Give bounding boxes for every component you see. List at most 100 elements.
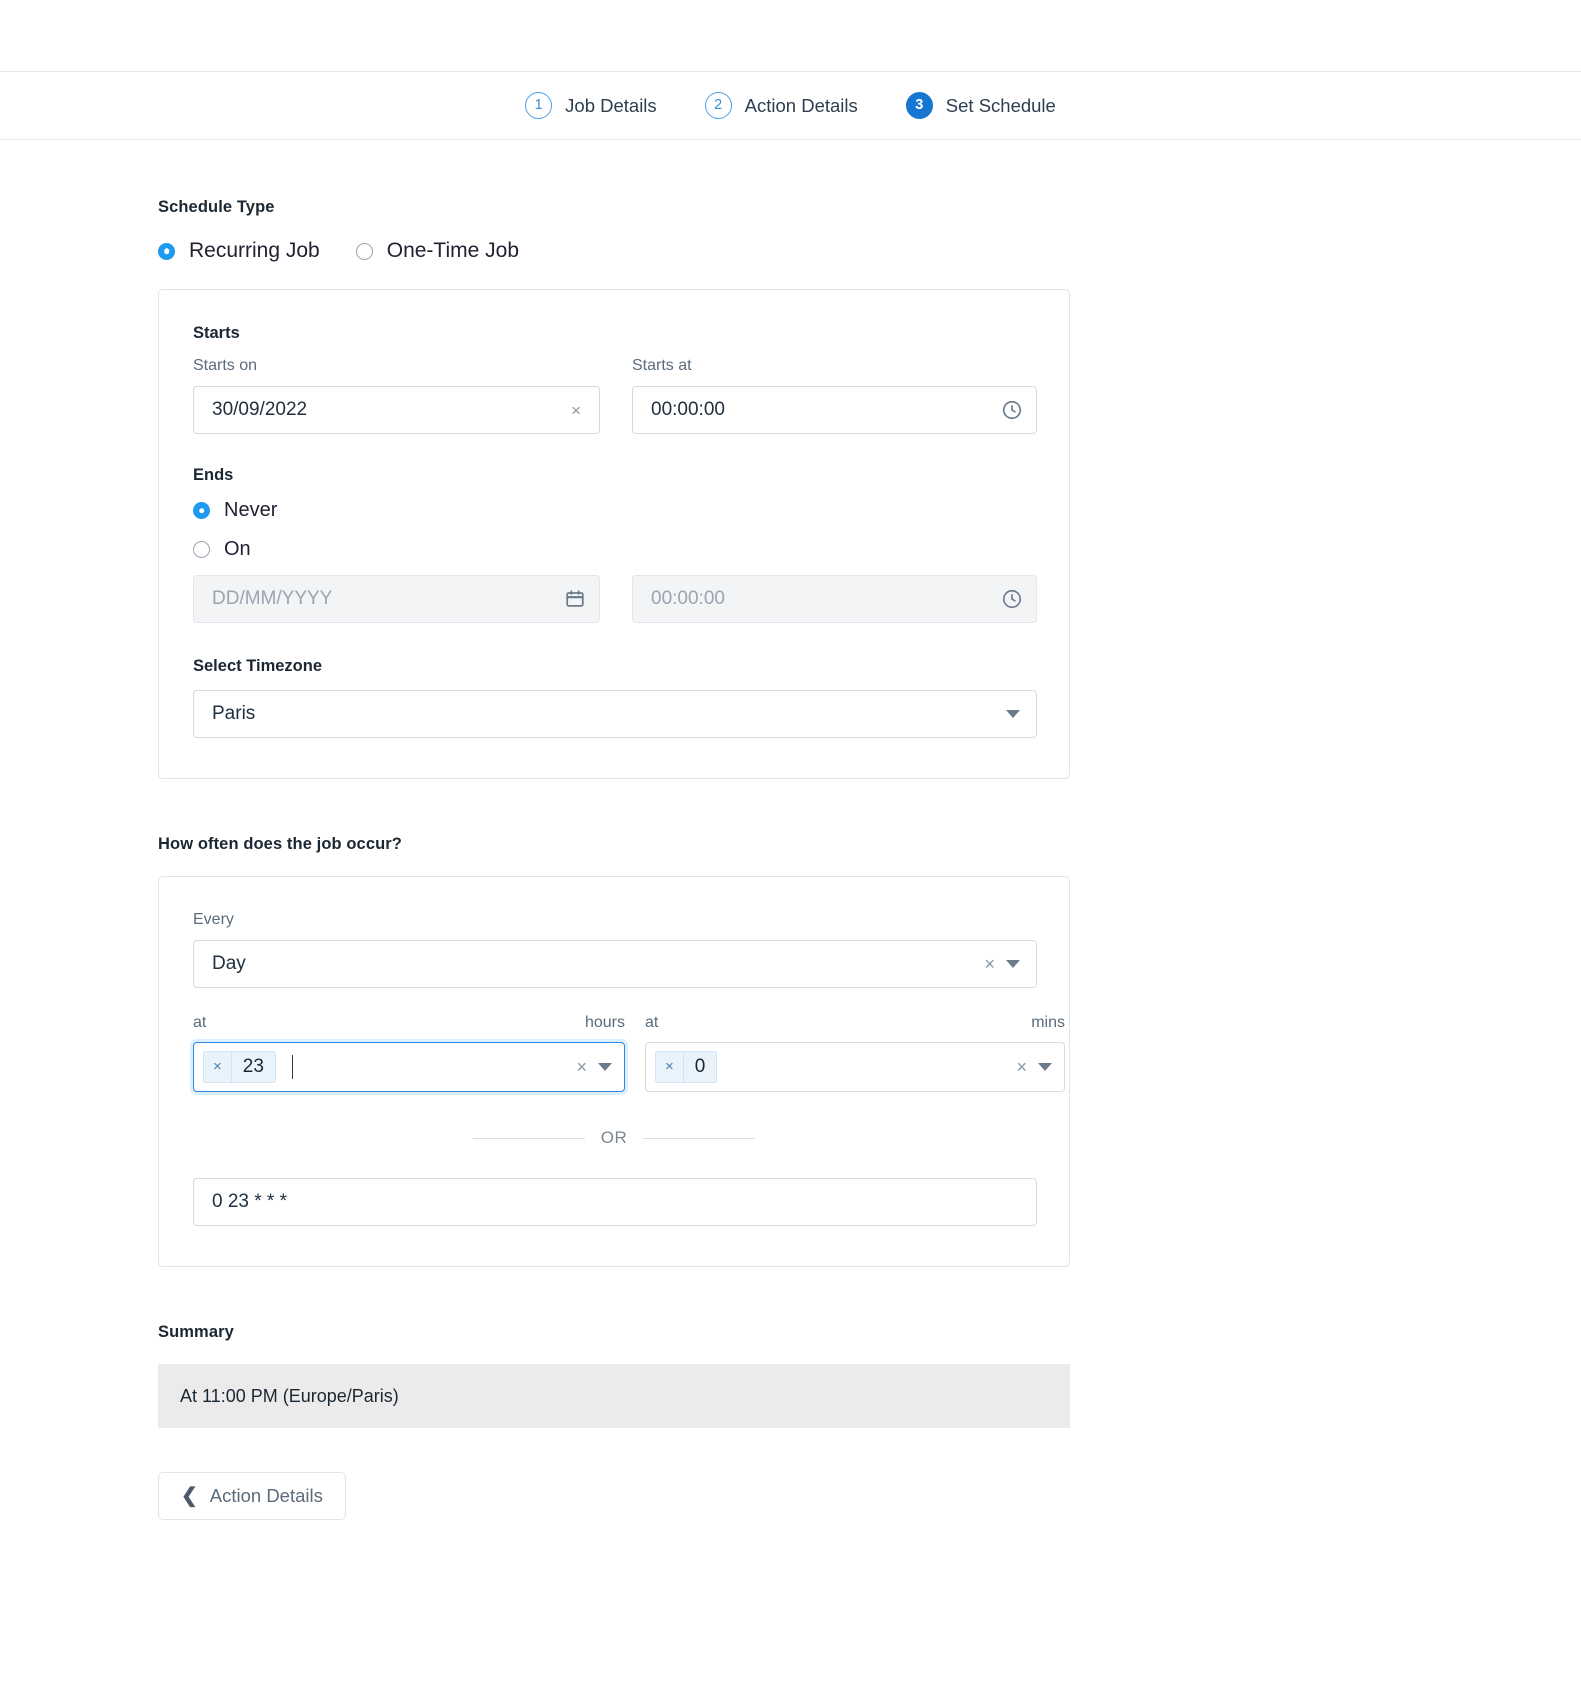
hours-actions: ×	[576, 1058, 612, 1076]
every-select[interactable]: Day ×	[193, 940, 1037, 988]
step-2-badge: 2	[705, 92, 732, 119]
calendar-icon[interactable]	[564, 588, 586, 610]
back-action-details-button[interactable]: ❮ Action Details	[158, 1472, 346, 1520]
ends-fields: DD/MM/YYYY 00:00:00	[193, 575, 1035, 623]
or-line-left	[473, 1138, 585, 1139]
radio-one-time-job-indicator[interactable]	[356, 243, 373, 260]
chevron-down-icon[interactable]	[1006, 960, 1020, 968]
hours-chip-remove-icon[interactable]: ×	[204, 1052, 232, 1082]
timezone-select[interactable]: Paris	[193, 690, 1037, 738]
top-header-bar	[0, 0, 1581, 72]
step-1-label: Job Details	[565, 95, 657, 117]
cron-expression-value: 0 23 * * *	[212, 1191, 287, 1213]
schedule-type-title: Schedule Type	[158, 198, 1070, 217]
schedule-type-radio-group: Recurring Job One-Time Job	[158, 239, 1070, 263]
page-body: Schedule Type Recurring Job One-Time Job…	[0, 140, 1581, 1620]
step-set-schedule[interactable]: 3 Set Schedule	[882, 92, 1080, 119]
every-select-actions: ×	[984, 955, 1020, 973]
hours-left-label: at	[193, 1014, 206, 1032]
clock-icon[interactable]	[1001, 588, 1023, 610]
ends-on-date-placeholder: DD/MM/YYYY	[212, 588, 332, 610]
starts-title: Starts	[193, 324, 1035, 343]
summary-title: Summary	[158, 1323, 1070, 1342]
mins-tag-input[interactable]: × 0 ×	[645, 1042, 1065, 1092]
ends-title: Ends	[193, 466, 1035, 485]
radio-ends-never-indicator[interactable]	[193, 502, 210, 519]
mins-chip-remove-icon[interactable]: ×	[656, 1052, 684, 1082]
step-3-badge: 3	[906, 92, 933, 119]
ends-on-time-input[interactable]: 00:00:00	[632, 575, 1037, 623]
or-divider: OR	[193, 1128, 1035, 1148]
radio-recurring-job-label: Recurring Job	[189, 239, 320, 263]
wizard-stepper: 1 Job Details 2 Action Details 3 Set Sch…	[0, 72, 1581, 140]
mins-labels: at mins	[645, 1014, 1065, 1032]
step-action-details[interactable]: 2 Action Details	[681, 92, 882, 119]
ends-group: Ends Never On DD/MM/YYYY	[193, 466, 1035, 623]
every-clear-icon[interactable]: ×	[984, 955, 995, 973]
mins-left-label: at	[645, 1014, 658, 1032]
starts-at-value: 00:00:00	[651, 399, 725, 421]
hours-tag-input[interactable]: × 23 ×	[193, 1042, 625, 1092]
step-2-label: Action Details	[745, 95, 858, 117]
radio-one-time-job[interactable]: One-Time Job	[356, 239, 519, 263]
step-1-badge: 1	[525, 92, 552, 119]
radio-ends-never[interactable]: Never	[193, 499, 1035, 522]
radio-ends-on-label: On	[224, 538, 251, 561]
every-label: Every	[193, 911, 1035, 929]
chevron-left-icon: ❮	[181, 1486, 198, 1506]
hours-clear-icon[interactable]: ×	[576, 1058, 587, 1076]
radio-recurring-job-indicator[interactable]	[158, 243, 175, 260]
chevron-down-icon[interactable]	[1006, 710, 1020, 718]
time-tag-row: at hours × 23 ×	[193, 1014, 1035, 1092]
starts-at-group: Starts at 00:00:00	[632, 357, 1037, 434]
frequency-title: How often does the job occur?	[158, 835, 1070, 854]
mins-chip[interactable]: × 0	[655, 1051, 717, 1083]
summary-box: At 11:00 PM (Europe/Paris)	[158, 1364, 1070, 1428]
clock-icon[interactable]	[1001, 399, 1023, 421]
starts-on-input[interactable]: 30/09/2022 ×	[193, 386, 600, 434]
hours-right-label: hours	[585, 1014, 625, 1032]
radio-recurring-job[interactable]: Recurring Job	[158, 239, 320, 263]
hours-group: at hours × 23 ×	[193, 1014, 625, 1092]
frequency-panel: Every Day × at hours × 2	[158, 876, 1070, 1267]
timezone-title: Select Timezone	[193, 657, 1035, 676]
radio-ends-on-indicator[interactable]	[193, 541, 210, 558]
or-text: OR	[601, 1128, 628, 1148]
starts-on-clear-icon[interactable]: ×	[566, 402, 586, 419]
radio-ends-never-label: Never	[224, 499, 277, 522]
mins-chip-value: 0	[684, 1056, 717, 1078]
ends-on-time-placeholder: 00:00:00	[651, 588, 725, 610]
mins-right-label: mins	[1031, 1014, 1065, 1032]
every-value: Day	[212, 953, 246, 975]
schedule-form: Schedule Type Recurring Job One-Time Job…	[158, 140, 1070, 1620]
ends-on-date-input[interactable]: DD/MM/YYYY	[193, 575, 600, 623]
step-job-details[interactable]: 1 Job Details	[501, 92, 681, 119]
bottom-padding	[158, 1520, 1070, 1620]
hours-chip[interactable]: × 23	[203, 1051, 276, 1083]
back-button-label: Action Details	[210, 1485, 323, 1507]
chevron-down-icon[interactable]	[598, 1063, 612, 1071]
starts-at-label: Starts at	[632, 357, 1037, 375]
mins-group: at mins × 0 ×	[645, 1014, 1065, 1092]
starts-fields: Starts on 30/09/2022 × Starts at 00:00:0…	[193, 357, 1035, 434]
text-cursor	[292, 1055, 294, 1079]
starts-on-value: 30/09/2022	[212, 399, 307, 421]
or-line-right	[643, 1138, 755, 1139]
timezone-group: Select Timezone Paris	[193, 657, 1035, 738]
summary-text: At 11:00 PM (Europe/Paris)	[180, 1386, 399, 1407]
cron-expression-input[interactable]: 0 23 * * *	[193, 1178, 1037, 1226]
mins-clear-icon[interactable]: ×	[1016, 1058, 1027, 1076]
hours-labels: at hours	[193, 1014, 625, 1032]
section-spacer	[158, 779, 1070, 835]
starts-on-label: Starts on	[193, 357, 600, 375]
summary-spacer	[158, 1267, 1070, 1323]
chevron-down-icon[interactable]	[1038, 1063, 1052, 1071]
timezone-value: Paris	[212, 703, 255, 725]
starts-ends-panel: Starts Starts on 30/09/2022 × Starts at …	[158, 289, 1070, 779]
radio-ends-on[interactable]: On	[193, 538, 1035, 561]
step-3-label: Set Schedule	[946, 95, 1056, 117]
radio-one-time-job-label: One-Time Job	[387, 239, 519, 263]
starts-on-group: Starts on 30/09/2022 ×	[193, 357, 600, 434]
mins-actions: ×	[1016, 1058, 1052, 1076]
starts-at-input[interactable]: 00:00:00	[632, 386, 1037, 434]
